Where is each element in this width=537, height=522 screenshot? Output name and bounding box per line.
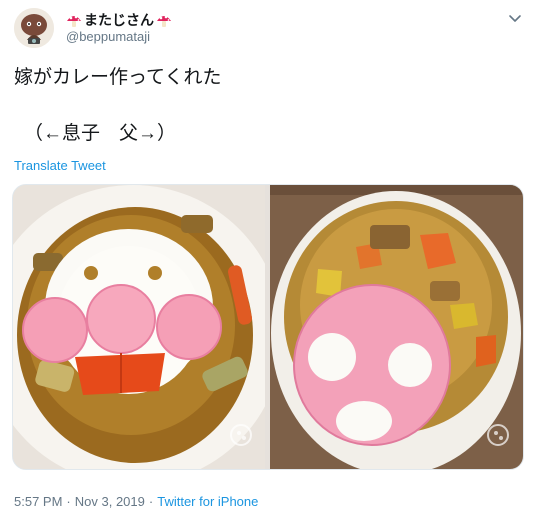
mushroom-icon [67, 15, 81, 27]
avatar[interactable] [14, 8, 54, 48]
tweet-card: またじさん @beppumataji 嫁がカレー作ってくれた （←息子 父→） … [0, 0, 537, 522]
media-grid [12, 184, 524, 470]
meta-separator: · [66, 494, 71, 509]
curry-plate-smiley-image [13, 185, 265, 469]
meta-separator: · [148, 494, 154, 509]
mushroom-icon [157, 15, 171, 27]
author-handle[interactable]: @beppumataji [66, 29, 150, 44]
photo-curry-father[interactable] [270, 185, 523, 469]
author-display-name[interactable]: またじさん [84, 10, 154, 30]
author-name-row[interactable]: またじさん [66, 10, 172, 30]
translate-tweet-link[interactable]: Translate Tweet [14, 158, 106, 173]
tweet-source-link[interactable]: Twitter for iPhone [157, 494, 258, 509]
avatar-icon [14, 8, 54, 48]
tweet-date[interactable]: Nov 3, 2019 [75, 494, 145, 509]
tweet-time[interactable]: 5:57 PM [14, 494, 62, 509]
curry-bowl-ham-face-image [270, 185, 523, 469]
tweet-text-line-1: 嫁がカレー作ってくれた [14, 67, 222, 88]
photo-curry-child[interactable] [13, 185, 265, 469]
tweet-text-line-2: （←息子 父→） [24, 123, 177, 144]
tweet-meta: 5:57 PM · Nov 3, 2019 · Twitter for iPho… [14, 494, 258, 509]
chevron-down-icon[interactable] [507, 10, 523, 26]
